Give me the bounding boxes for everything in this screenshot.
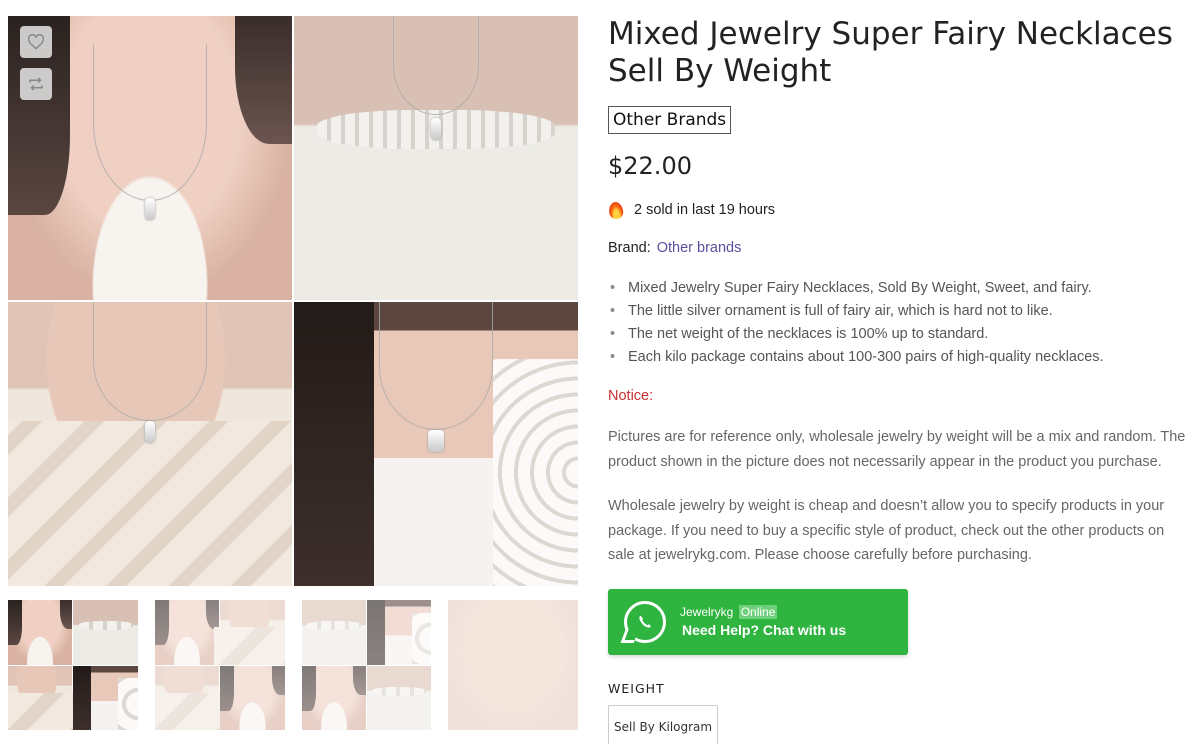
whatsapp-contact-name: Jewelrykg [680,605,734,619]
product-photo-2 [294,16,578,300]
compare-button[interactable] [20,68,52,100]
notice-label: Notice: [608,388,654,404]
thumbnail-4[interactable] [448,600,578,730]
product-price: $22.00 [608,152,692,180]
feature-item: Each kilo package contains about 100-300… [608,346,1188,369]
weight-option-kilogram[interactable]: Sell By Kilogram [608,704,719,744]
wishlist-button[interactable] [20,26,52,58]
thumbnail-3[interactable] [301,600,432,730]
brand-line: Brand: Other brands [608,240,1188,256]
whatsapp-cta: Need Help? Chat with us [682,622,847,638]
product-info: Mixed Jewelry Super Fairy Necklaces Sell… [608,16,1188,744]
sold-text: 2 sold in last 19 hours [634,202,776,218]
fire-icon [608,200,624,220]
notice-paragraph-2: Wholesale jewelry by weight is cheap and… [608,498,1165,563]
product-photo-3 [8,302,292,586]
feature-item: The net weight of the necklaces is 100% … [608,323,1188,346]
thumbnail-2[interactable] [154,600,285,730]
whatsapp-icon [624,600,666,643]
main-product-image[interactable] [8,16,578,586]
brand-link[interactable]: Other brands [657,240,742,256]
brand-label: Brand: [608,240,651,256]
thumbnail-strip [8,600,578,730]
thumbnail-1[interactable] [8,600,138,730]
weight-label: WEIGHT [608,680,665,696]
feature-item: The little silver ornament is full of fa… [608,300,1188,323]
product-title: Mixed Jewelry Super Fairy Necklaces Sell… [608,16,1173,89]
product-photo-4 [294,302,578,586]
whatsapp-chat-button[interactable]: Jewelrykg Online Need Help? Chat with us [608,588,908,655]
online-status: Online [738,605,778,619]
notice-paragraph-1: Pictures are for reference only, wholesa… [608,429,1186,470]
compare-icon [29,77,43,91]
feature-list: Mixed Jewelry Super Fairy Necklaces, Sol… [608,277,1188,369]
feature-item: Mixed Jewelry Super Fairy Necklaces, Sol… [608,277,1188,300]
product-photo-1 [8,16,292,300]
brand-badge[interactable]: Other Brands [608,106,732,134]
heart-icon [27,34,45,50]
sold-counter: 2 sold in last 19 hours [608,200,1188,220]
